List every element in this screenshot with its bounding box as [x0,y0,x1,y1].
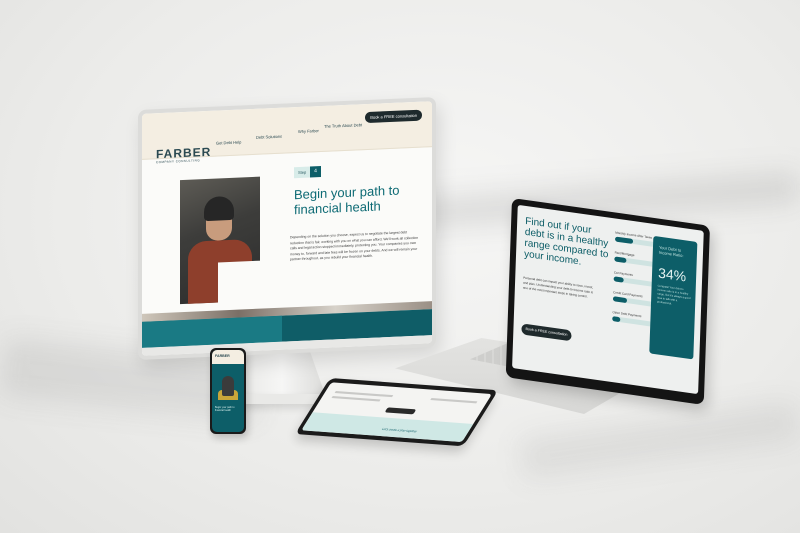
tablet: Let's create a plan together [295,378,499,447]
slider-fill [614,236,634,245]
backdrop-shadow [518,400,800,480]
ratio-title: Your Debt to Income Ratio: [658,244,684,259]
nav-item-truth-about-debt[interactable]: The Truth About Debt [324,122,362,129]
calculator-title: Find out if your debt is in a healthy ra… [523,215,609,268]
nav-item-why-farber[interactable]: Why Farber [298,128,319,134]
phone-logo[interactable]: FARBER [215,354,230,358]
phone-header: FARBER [212,350,244,364]
hero-body-text: Depending on the solution you choose, ex… [290,230,419,262]
slider-car[interactable]: Car Payments [613,270,654,287]
step-label: Step [294,166,311,179]
desktop-monitor: Get Debt Help Debt Solutions Why Farber … [138,96,436,360]
slider-fill [612,316,621,323]
text-line [331,395,381,402]
logo-tagline: COMPANY CONSULTING [156,158,201,165]
phone-screen: FARBER Begin your path to financial heal… [212,350,244,432]
laptop: Find out if your debt is in a healthy ra… [505,198,710,405]
tablet-screen: Let's create a plan together [301,382,492,443]
slider-other-debt[interactable]: Other Debt Payments [612,310,653,327]
photo-beanie [204,195,234,222]
nav-item-get-debt-help[interactable]: Get Debt Help [216,139,241,145]
phone-hero-text: Begin your path to financial health [215,406,235,413]
book-consultation-button[interactable]: Book a FREE consultation [365,109,422,124]
laptop-consultation-button[interactable]: Book a FREE consultation [521,323,572,342]
slider-fill [612,296,628,304]
calculator-body-text: Personal debt can impact your ability to… [522,275,594,299]
phone-photo [222,376,234,396]
ratio-result-panel: Your Debt to Income Ratio: 34% Congrats!… [649,235,698,360]
slider-fill [613,276,624,283]
nav-item-debt-solutions[interactable]: Debt Solutions [256,134,282,140]
slider-rent[interactable]: Rent/Mortgage [614,250,655,267]
ratio-value: 34% [657,264,687,285]
tablet-cta-button[interactable] [384,407,417,415]
slider-fill [614,256,627,264]
slider-income[interactable]: Monthly Income After Taxes [614,231,656,248]
hero-title: Begin your path to financial health [294,182,400,218]
desktop-screen: Get Debt Help Debt Solutions Why Farber … [142,101,432,360]
ratio-note: Congrats! Your debt to income ratio is i… [657,284,691,306]
laptop-screen: Find out if your debt is in a healthy ra… [512,204,704,395]
slider-credit-card[interactable]: Credit Card Payments [612,290,654,307]
step-number-badge: 4 [310,166,321,178]
phone: FARBER Begin your path to financial heal… [210,348,246,434]
text-line [430,397,478,404]
